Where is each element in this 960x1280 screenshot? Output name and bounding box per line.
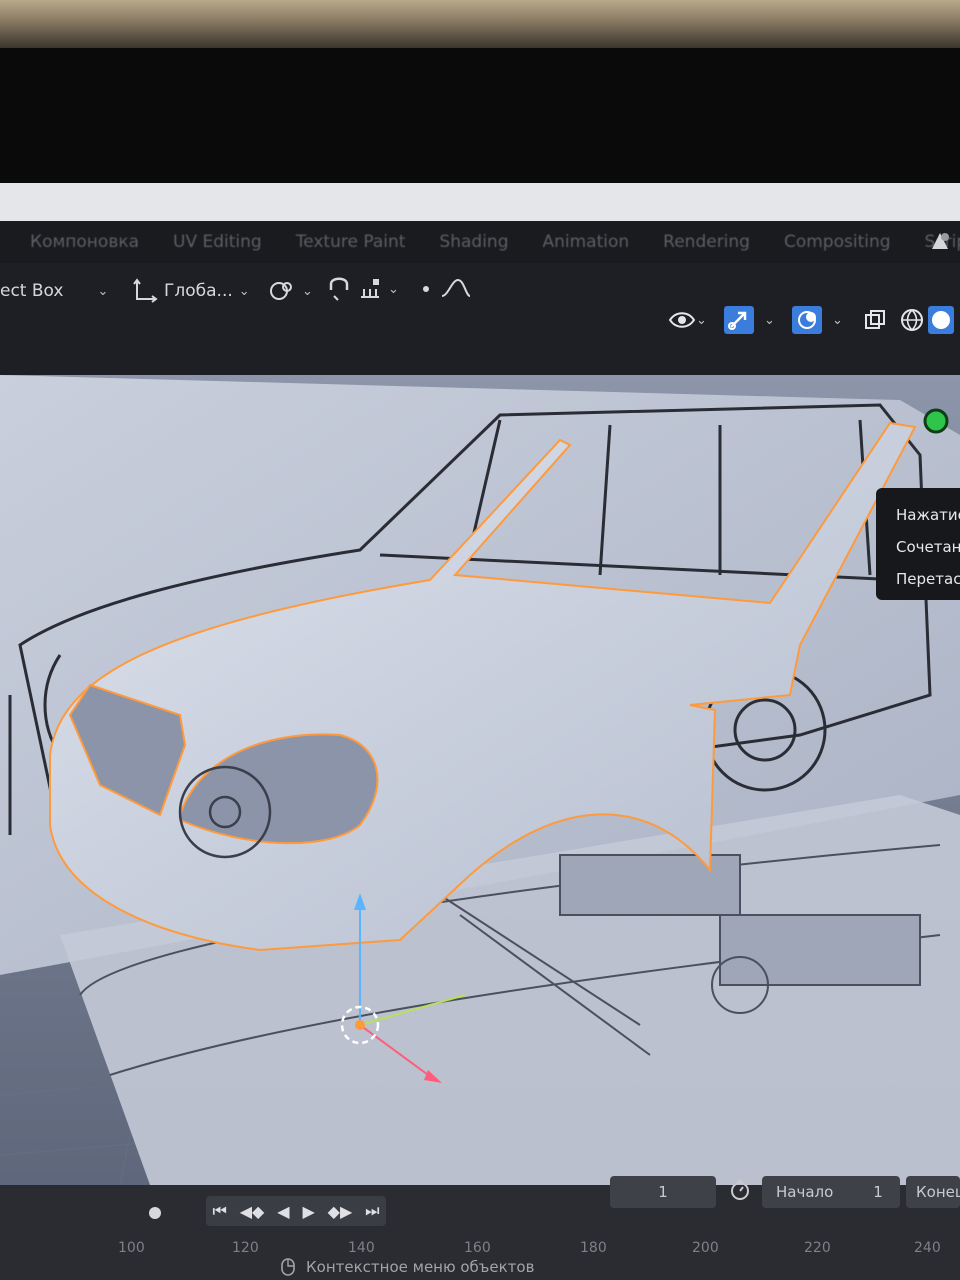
visibility-dropdown[interactable]: ⌄ [668,306,707,334]
current-frame-field[interactable]: 1 [610,1176,716,1208]
ruler-tick: 240 [914,1240,941,1256]
record-icon[interactable] [142,1200,168,1226]
chevron-down-icon: ⌄ [696,312,707,328]
end-frame-label: Конец [916,1183,960,1201]
prev-keyframe-icon[interactable]: ◀◆ [240,1202,265,1221]
chevron-down-icon: ⌄ [97,283,109,299]
ruler-tick: 100 [118,1240,145,1256]
play-reverse-icon[interactable]: ◀ [277,1202,289,1221]
start-frame-field[interactable]: Начало 1 [762,1176,900,1208]
tab-layout[interactable]: Компоновка [0,232,156,252]
tab-animation[interactable]: Animation [525,232,646,252]
stopwatch-icon[interactable] [728,1178,752,1202]
mouse-right-click-icon [281,1258,295,1276]
snap-dropdown[interactable]: ⌄ [326,276,399,302]
xray-toggle[interactable] [864,306,886,334]
jump-start-icon[interactable]: ⏮ [212,1201,226,1221]
shading-solid-button[interactable] [928,306,954,334]
ruler-tick: 220 [804,1240,831,1256]
pivot-point-dropdown[interactable]: ⌄ [268,278,313,304]
tab-texture-paint[interactable]: Texture Paint [279,232,423,252]
start-frame-label: Начало [776,1183,834,1201]
chevron-down-icon: ⌄ [764,312,775,328]
tooltip-popup: Нажатие Сочетан Перетас [876,488,960,600]
playback-controls: ⏮ ◀◆ ◀ ▶ ◆▶ ⏭ [206,1196,386,1226]
nav-gizmo-y-axis[interactable] [923,408,949,434]
ruler-tick: 140 [348,1240,375,1256]
start-frame-value: 1 [873,1183,883,1201]
ruler-tick: 180 [580,1240,607,1256]
shading-wireframe-button[interactable] [900,306,924,334]
play-icon[interactable]: ▶ [302,1202,314,1221]
select-mode-dropdown[interactable]: ect Box ⌄ [0,281,108,301]
pivot-point-icon [270,282,292,300]
gizmo-icon [724,306,754,334]
chevron-down-icon: ⌄ [832,312,843,328]
viewport-scene [0,375,960,1185]
chevron-down-icon: ⌄ [238,283,250,299]
ruler-tick: 120 [232,1240,259,1256]
xray-icon [865,310,885,329]
tab-rendering[interactable]: Rendering [646,232,767,252]
scene-icon[interactable] [928,229,952,253]
ruler-tick: 160 [464,1240,491,1256]
tooltip-line-shortcut: Сочетан [896,538,960,556]
solid-sphere-icon [928,306,954,334]
chevron-down-icon: ⌄ [302,283,313,299]
overlays-toggle[interactable]: ⌄ [792,306,843,334]
chevron-down-icon: ⌄ [388,281,399,297]
tab-shading[interactable]: Shading [422,232,525,252]
monitor-bezel [0,48,960,183]
status-bar: Контекстное меню объектов [280,1258,534,1276]
transform-orientation-dropdown[interactable]: Глоба... ⌄ [132,278,250,304]
snap-magnet-icon [329,277,349,301]
status-context-menu-hint: Контекстное меню объектов [306,1258,535,1276]
select-mode-label: ect Box [0,281,64,301]
gizmo-toggle[interactable]: ⌄ [724,306,775,334]
overlay-icon [792,306,822,334]
proportional-edit-toggle[interactable] [418,276,470,302]
monitor-bezel-top [0,0,960,48]
window-title-bar [0,183,960,221]
tooltip-line-drag: Перетас [896,570,960,588]
workspace-tab-bar: Компоновка UV Editing Texture Paint Shad… [0,221,960,263]
wireframe-sphere-icon [901,309,923,332]
end-frame-field[interactable]: Конец [906,1176,960,1208]
current-frame-value: 1 [658,1183,668,1201]
axis-gizmo-icon [133,278,158,303]
3d-viewport[interactable] [0,375,960,1185]
eye-icon [668,312,696,328]
orientation-label: Глоба... [164,281,233,301]
tab-uv-editing[interactable]: UV Editing [156,232,279,252]
tab-compositing[interactable]: Compositing [767,232,908,252]
snap-increment-icon [361,279,379,298]
tooltip-line-click: Нажатие [896,506,960,524]
proportional-edit-icon [423,278,470,297]
ruler-tick: 200 [692,1240,719,1256]
next-keyframe-icon[interactable]: ◆▶ [328,1202,353,1221]
jump-end-icon[interactable]: ⏭ [365,1201,379,1221]
